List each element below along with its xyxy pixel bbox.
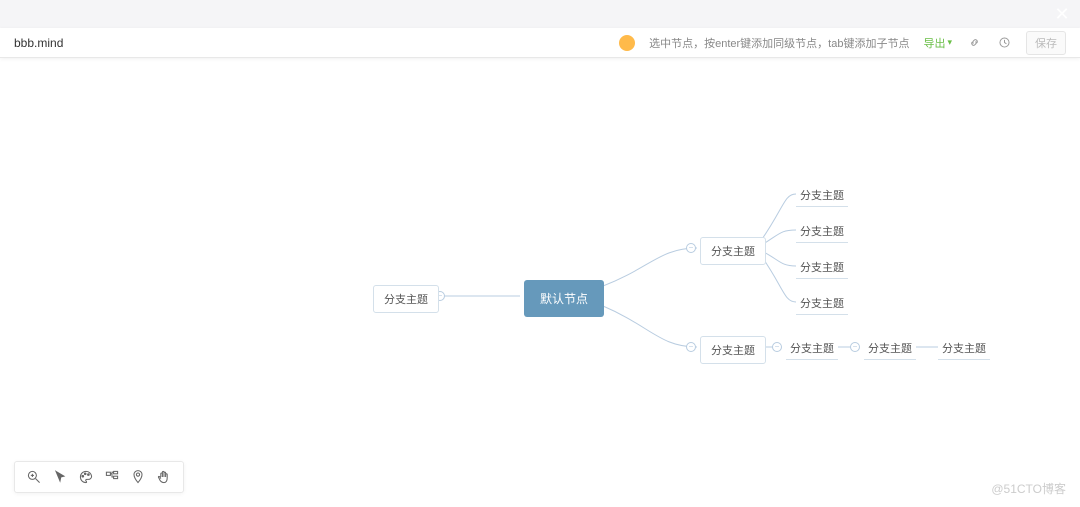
toolbar: bbb.mind 选中节点，按enter键添加同级节点，tab键添加子节点 导出… (0, 28, 1080, 58)
avatar[interactable] (619, 35, 635, 51)
collapse-toggle[interactable]: − (686, 342, 696, 352)
watermark: @51CTO博客 (991, 480, 1066, 497)
collapse-toggle[interactable]: − (850, 342, 860, 352)
mindmap-root-node[interactable]: 默认节点 (524, 280, 604, 317)
mindmap-node-left[interactable]: 分支主题 (373, 285, 439, 313)
mindmap-node-top[interactable]: 分支主题 (700, 237, 766, 265)
node-label: 默认节点 (540, 292, 588, 306)
collapse-toggle[interactable]: − (686, 243, 696, 253)
link-icon[interactable] (966, 35, 982, 51)
export-label: 导出 (923, 35, 945, 51)
mindmap-leaf[interactable]: 分支主题 (864, 337, 916, 360)
mindmap-node-bottom[interactable]: 分支主题 (700, 336, 766, 364)
close-icon[interactable]: ✕ (1052, 4, 1072, 24)
node-label: 分支主题 (711, 345, 755, 357)
theme-icon[interactable] (77, 468, 95, 486)
locate-icon[interactable] (129, 468, 147, 486)
node-label: 分支主题 (800, 262, 844, 274)
node-label: 分支主题 (711, 246, 755, 258)
mindmap-canvas[interactable]: 默认节点 − 分支主题 − 分支主题 分支主题 分支主题 分支主题 分支主题 −… (0, 58, 1080, 507)
node-label: 分支主题 (790, 343, 834, 355)
pointer-icon[interactable] (51, 468, 69, 486)
mindmap-leaf[interactable]: 分支主题 (796, 184, 848, 207)
node-label: 分支主题 (942, 343, 986, 355)
node-label: 分支主题 (800, 298, 844, 310)
mindmap-leaf[interactable]: 分支主题 (796, 220, 848, 243)
mindmap-leaf[interactable]: 分支主题 (786, 337, 838, 360)
collapse-toggle[interactable]: − (772, 342, 782, 352)
zoom-in-icon[interactable] (25, 468, 43, 486)
structure-icon[interactable] (103, 468, 121, 486)
canvas-toolbar (14, 461, 184, 493)
history-icon[interactable] (996, 35, 1012, 51)
mindmap-leaf[interactable]: 分支主题 (796, 292, 848, 315)
filename: bbb.mind (14, 36, 63, 50)
mindmap-leaf[interactable]: 分支主题 (938, 337, 990, 360)
node-label: 分支主题 (868, 343, 912, 355)
mindmap-leaf[interactable]: 分支主题 (796, 256, 848, 279)
shortcut-hint: 选中节点，按enter键添加同级节点，tab键添加子节点 (649, 35, 909, 51)
hand-pan-icon[interactable] (155, 468, 173, 486)
node-label: 分支主题 (384, 294, 428, 306)
node-label: 分支主题 (800, 226, 844, 238)
node-label: 分支主题 (800, 190, 844, 202)
save-button[interactable]: 保存 (1026, 31, 1066, 55)
export-button[interactable]: 导出 (923, 35, 952, 51)
